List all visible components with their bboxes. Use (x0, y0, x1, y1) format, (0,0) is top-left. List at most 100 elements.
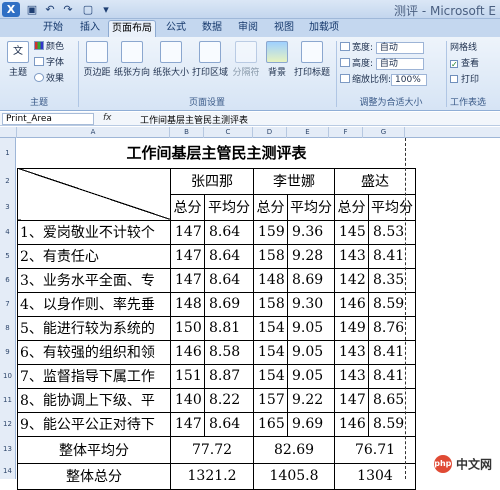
fx-button[interactable]: fx (103, 113, 112, 123)
score-cell[interactable]: 154 (253, 363, 288, 389)
score-cell[interactable]: 140 (170, 387, 205, 413)
score-cell[interactable]: 146 (334, 291, 369, 317)
score-cell[interactable]: 151 (170, 363, 205, 389)
background-button[interactable]: 背景 (264, 41, 290, 78)
overall-average-value[interactable]: 77.72 (170, 435, 254, 464)
score-cell[interactable]: 165 (253, 411, 288, 437)
score-cell[interactable]: 8.53 (368, 219, 416, 245)
score-cell[interactable]: 142 (334, 267, 369, 293)
score-cell[interactable]: 8.64 (204, 267, 254, 293)
tab-home[interactable]: 开始 (34, 20, 72, 37)
score-cell[interactable]: 9.30 (287, 291, 335, 317)
row-header[interactable]: 1 (0, 138, 15, 168)
score-cell[interactable]: 148 (170, 291, 205, 317)
margins-button[interactable]: 页边距 (82, 41, 112, 78)
score-cell[interactable]: 8.65 (368, 387, 416, 413)
themes-button[interactable]: 文 主题 (4, 41, 32, 78)
score-cell[interactable]: 158 (253, 243, 288, 269)
score-cell[interactable]: 8.58 (204, 339, 254, 365)
scale-input[interactable]: 100% (391, 74, 428, 86)
office-button[interactable]: X (2, 2, 20, 17)
item-label[interactable]: 5、能进行较为系统的 (17, 315, 171, 341)
score-cell[interactable]: 9.05 (287, 315, 335, 341)
score-cell[interactable]: 159 (253, 219, 288, 245)
item-label[interactable]: 7、监督指导下属工作 (17, 363, 171, 389)
subheader-total[interactable]: 总分 (170, 193, 205, 221)
score-cell[interactable]: 8.59 (368, 291, 416, 317)
tab-page-layout[interactable]: 页面布局 (108, 20, 156, 37)
subheader-average[interactable]: 平均分 (204, 193, 254, 221)
overall-total-label[interactable]: 整体总分 (17, 462, 171, 490)
row-header[interactable]: 5 (0, 244, 15, 268)
score-cell[interactable]: 8.41 (368, 243, 416, 269)
score-cell[interactable]: 8.64 (204, 411, 254, 437)
row-header[interactable]: 6 (0, 268, 15, 292)
quick-access-dropdown-icon[interactable]: ▾ (98, 2, 114, 17)
overall-average-value[interactable]: 76.71 (334, 435, 416, 464)
theme-fonts-button[interactable]: 字体 (34, 57, 64, 70)
score-cell[interactable]: 147 (170, 411, 205, 437)
overall-average-value[interactable]: 82.69 (253, 435, 335, 464)
subheader-total[interactable]: 总分 (334, 193, 369, 221)
row-header[interactable]: 10 (0, 364, 15, 388)
score-cell[interactable]: 8.87 (204, 363, 254, 389)
row-header[interactable]: 7 (0, 292, 15, 316)
tab-data[interactable]: 数据 (194, 20, 230, 37)
tab-insert[interactable]: 插入 (72, 20, 108, 37)
score-cell[interactable]: 143 (334, 243, 369, 269)
row-header[interactable]: 14 (0, 463, 15, 479)
column-header-g[interactable]: G (363, 127, 405, 138)
print-titles-button[interactable]: 打印标题 (292, 41, 332, 78)
score-cell[interactable]: 9.36 (287, 219, 335, 245)
overall-average-label[interactable]: 整体平均分 (17, 435, 171, 464)
item-label[interactable]: 2、有责任心 (17, 243, 171, 269)
column-header-f[interactable]: F (329, 127, 363, 138)
tab-formulas[interactable]: 公式 (158, 20, 194, 37)
item-label[interactable]: 1、爱岗敬业不计较个 (17, 219, 171, 245)
score-cell[interactable]: 9.28 (287, 243, 335, 269)
score-cell[interactable]: 9.05 (287, 339, 335, 365)
gridlines-view-checkbox[interactable]: ✓ (450, 60, 458, 69)
gridlines-view-option[interactable]: ✓ 查看 (450, 58, 479, 71)
diagonal-header-cell[interactable] (17, 167, 171, 221)
row-header[interactable]: 4 (0, 220, 15, 244)
print-area-button[interactable]: 打印区域 (192, 41, 228, 78)
item-label[interactable]: 3、业务水平全面、专 (17, 267, 171, 293)
score-cell[interactable]: 8.76 (368, 315, 416, 341)
score-cell[interactable]: 157 (253, 387, 288, 413)
score-cell[interactable]: 8.64 (204, 243, 254, 269)
score-cell[interactable]: 148 (253, 267, 288, 293)
print-preview-icon[interactable]: ▢ (80, 2, 96, 17)
score-cell[interactable]: 150 (170, 315, 205, 341)
undo-icon[interactable]: ↶ (42, 2, 58, 17)
theme-effects-button[interactable]: 效果 (34, 73, 64, 86)
score-cell[interactable]: 9.22 (287, 387, 335, 413)
sheet-title[interactable]: 工作间基层主管民主测评表 (18, 138, 416, 168)
row-header[interactable]: 11 (0, 388, 15, 412)
paper-size-button[interactable]: 纸张大小 (152, 41, 190, 78)
select-all-corner[interactable] (0, 127, 17, 138)
name-box[interactable]: Print_Area (2, 113, 94, 125)
breaks-button[interactable]: 分隔符 (230, 41, 262, 78)
person-header[interactable]: 张四那 (170, 167, 254, 195)
score-cell[interactable]: 154 (253, 339, 288, 365)
score-cell[interactable]: 9.69 (287, 411, 335, 437)
score-cell[interactable]: 8.41 (368, 339, 416, 365)
score-cell[interactable]: 8.64 (204, 219, 254, 245)
theme-colors-button[interactable]: 颜色 (34, 41, 64, 54)
score-cell[interactable]: 143 (334, 339, 369, 365)
redo-icon[interactable]: ↷ (60, 2, 76, 17)
person-header[interactable]: 李世娜 (253, 167, 335, 195)
subheader-average[interactable]: 平均分 (368, 193, 416, 221)
height-combo[interactable]: 自动 (375, 58, 424, 70)
score-cell[interactable]: 9.05 (287, 363, 335, 389)
subheader-average[interactable]: 平均分 (287, 193, 335, 221)
orientation-button[interactable]: 纸张方向 (114, 41, 150, 78)
column-header-e[interactable]: E (287, 127, 329, 138)
row-header[interactable]: 9 (0, 340, 15, 364)
score-cell[interactable]: 8.69 (204, 291, 254, 317)
gridlines-print-option[interactable]: 打印 (450, 74, 479, 87)
score-cell[interactable]: 147 (334, 387, 369, 413)
score-cell[interactable]: 8.59 (368, 411, 416, 437)
person-header[interactable]: 盛达 (334, 167, 416, 195)
